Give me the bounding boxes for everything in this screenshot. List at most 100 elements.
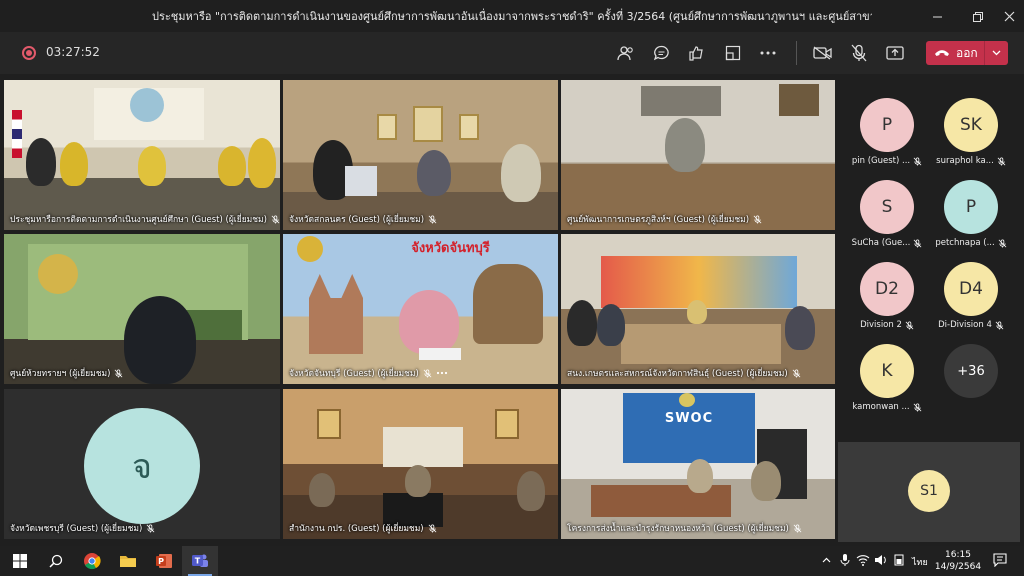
- participant-figure: [405, 465, 431, 497]
- mic-off-icon: [115, 368, 123, 378]
- participant-figure: [309, 473, 335, 507]
- video-feed: [4, 80, 280, 230]
- roster-name-text: Di-Division 4: [938, 320, 992, 330]
- roster-item[interactable]: S SuCha (Gue...: [844, 180, 930, 248]
- participant-figure: [501, 144, 541, 202]
- video-feed: [283, 80, 558, 230]
- window-title: ประชุมหารือ "การติดตามการดำเนินงานของศูน…: [152, 10, 872, 23]
- roster-name-text: suraphol ka...: [936, 156, 994, 166]
- video-tile[interactable]: จังหวัดจันทบุรี จังหวัดจันทบุรี (Guest) …: [283, 234, 558, 384]
- portrait-frame: [413, 106, 443, 142]
- notification-icon[interactable]: [993, 553, 1007, 570]
- breakout-rooms-icon[interactable]: [719, 39, 747, 67]
- meeting-toolbar: 03:27:52: [0, 32, 1024, 74]
- phone-hangup-icon: [935, 50, 949, 56]
- video-tile[interactable]: SWOC โครงการส่งน้ำและบำรุงรักษาหนองหว้า …: [561, 389, 835, 539]
- self-preview-tile[interactable]: S1: [838, 442, 1020, 542]
- tile-label: จังหวัดจันทบุรี (Guest) (ผู้เยี่ยมชม): [289, 366, 448, 380]
- chevron-down-icon[interactable]: [985, 41, 1008, 65]
- province-banner: จังหวัดจันทบุรี: [411, 240, 490, 256]
- self-avatar: S1: [908, 470, 950, 512]
- wifi-icon[interactable]: [856, 554, 870, 569]
- powerpoint-icon[interactable]: P: [146, 546, 182, 576]
- mic-off-icon: [271, 214, 280, 224]
- video-feed: [561, 80, 835, 230]
- laptop: [345, 166, 377, 196]
- video-tile[interactable]: สำนักงาน กปร. (Guest) (ผู้เยี่ยมชม): [283, 389, 558, 539]
- minimize-icon[interactable]: [920, 0, 954, 32]
- battery-icon[interactable]: [893, 554, 905, 569]
- teams-icon[interactable]: T: [182, 546, 218, 576]
- participant-figure: [417, 150, 451, 196]
- input-language[interactable]: ไทย: [912, 555, 928, 569]
- logo-emblem: [38, 254, 78, 294]
- portrait-frame: [377, 114, 397, 140]
- roster-name: pin (Guest) ...: [844, 156, 930, 166]
- close-icon[interactable]: [992, 0, 1024, 32]
- province-seal: [297, 236, 323, 262]
- restore-icon[interactable]: [960, 0, 994, 32]
- mic-off-icon: [428, 523, 437, 533]
- roster-item[interactable]: SK suraphol ka...: [928, 98, 1014, 166]
- clock-time: 16:15: [945, 550, 971, 560]
- roster-item[interactable]: K kamonwan ...: [844, 344, 930, 412]
- roster-name: kamonwan ...: [844, 402, 930, 412]
- logo-emblem: [679, 393, 695, 407]
- roster-name-text: Division 2: [860, 320, 902, 330]
- roster-name: SuCha (Gue...: [844, 238, 930, 248]
- presentation-screen: [383, 427, 463, 467]
- tile-label: โครงการส่งน้ำและบำรุงรักษาหนองหว้า (Gues…: [567, 521, 802, 535]
- chevron-up-icon[interactable]: [822, 555, 831, 566]
- system-clock[interactable]: 16:15 14/9/2564: [930, 549, 986, 573]
- chrome-icon[interactable]: [74, 546, 110, 576]
- roster-name: Di-Division 4: [928, 320, 1014, 330]
- participant-figure: [517, 471, 545, 511]
- avatar: S: [860, 180, 914, 234]
- mic-off-icon[interactable]: [845, 39, 873, 67]
- mic-off-icon: [793, 523, 802, 533]
- participants-icon[interactable]: [612, 39, 640, 67]
- roster-item[interactable]: D2 Division 2: [844, 262, 930, 330]
- avatar: D2: [860, 262, 914, 316]
- participant-avatar: จ: [84, 408, 200, 524]
- video-tile[interactable]: ศูนย์ห้วยทรายฯ (ผู้เยี่ยมชม): [4, 234, 280, 384]
- participant-figure: [60, 142, 88, 186]
- mic-off-icon: [146, 523, 155, 533]
- mic-off-icon: [998, 238, 1007, 248]
- avatar: D4: [944, 262, 998, 316]
- chat-icon[interactable]: [647, 39, 675, 67]
- file-explorer-icon[interactable]: [110, 546, 146, 576]
- more-options-icon[interactable]: [754, 39, 782, 67]
- reactions-icon[interactable]: [683, 39, 711, 67]
- roster-item[interactable]: P pin (Guest) ...: [844, 98, 930, 166]
- participant-figure: [26, 138, 56, 186]
- video-tile[interactable]: สนง.เกษตรและสหกรณ์จังหวัดกาฬสินธุ์ (Gues…: [561, 234, 835, 384]
- wall-picture: [779, 84, 819, 116]
- more-participants-button[interactable]: +36: [928, 344, 1014, 398]
- microphone-icon[interactable]: [840, 553, 850, 570]
- statue-image: [473, 264, 543, 344]
- avatar: SK: [944, 98, 998, 152]
- wall-panel: [641, 86, 721, 116]
- share-screen-icon[interactable]: [881, 39, 909, 67]
- video-tile[interactable]: ศูนย์พัฒนาการเกษตรภูสิงห์ฯ (Guest) (ผู้เ…: [561, 80, 835, 230]
- tile-name: ศูนย์ห้วยทรายฯ (ผู้เยี่ยมชม): [10, 369, 111, 379]
- search-icon[interactable]: [38, 546, 74, 576]
- participant-figure: [687, 300, 707, 324]
- tile-name: จังหวัดจันทบุรี (Guest) (ผู้เยี่ยมชม): [289, 369, 419, 379]
- tile-name: โครงการส่งน้ำและบำรุงรักษาหนองหว้า (Gues…: [567, 524, 789, 534]
- roster-item[interactable]: P petchnapa (...: [928, 180, 1014, 248]
- thai-flag: [12, 110, 22, 158]
- mic-off-icon: [753, 214, 762, 224]
- leave-main[interactable]: ออก: [926, 41, 984, 65]
- roster-item[interactable]: D4 Di-Division 4: [928, 262, 1014, 330]
- video-tile[interactable]: ประชุมหารือการติดตามการดำเนินงานศูนย์ศึก…: [4, 80, 280, 230]
- camera-off-icon[interactable]: [809, 39, 837, 67]
- speaker-icon[interactable]: [874, 554, 888, 569]
- participant-figure: [567, 300, 597, 346]
- leave-button[interactable]: ออก: [926, 41, 1008, 65]
- video-tile-active[interactable]: จังหวัดสกลนคร (Guest) (ผู้เยี่ยมชม): [283, 80, 558, 230]
- windows-start-icon[interactable]: [2, 546, 38, 576]
- more-options-icon[interactable]: [436, 371, 448, 375]
- cathedral-image: [309, 274, 363, 354]
